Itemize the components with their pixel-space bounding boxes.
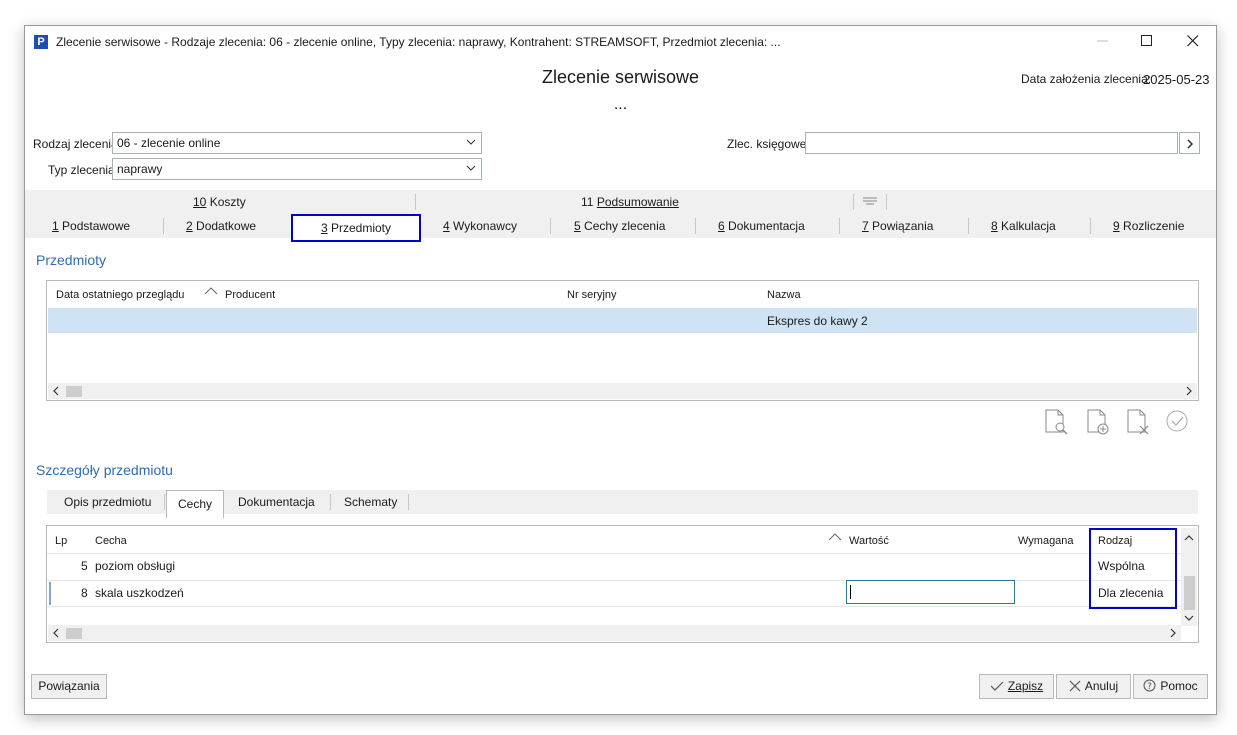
feature-name: poziom obsługi — [95, 559, 176, 573]
tab-rozliczenie[interactable]: 9 Rozliczenie — [1113, 219, 1184, 233]
creation-date-label: Data założenia zlecenia: — [1021, 72, 1152, 86]
features-horizontal-scrollbar[interactable] — [48, 625, 1181, 641]
tab-cechy-zlecenia[interactable]: 5 Cechy zlecenia — [574, 219, 665, 233]
column-header-last-inspection[interactable]: Data ostatniego przeglądu — [56, 289, 184, 301]
column-header-feature[interactable]: Cecha — [95, 535, 127, 547]
scroll-left-icon[interactable] — [52, 386, 60, 396]
accounting-order-input[interactable] — [805, 132, 1178, 154]
scroll-up-icon[interactable] — [1184, 534, 1194, 542]
order-type-select[interactable]: naprawy — [112, 158, 482, 180]
sort-asc-icon — [204, 287, 218, 295]
save-button[interactable]: Zapisz — [979, 674, 1054, 699]
column-header-required[interactable]: Wymagana — [1018, 535, 1074, 547]
order-type-label: Typ zlecenia — [48, 163, 115, 177]
tab-dokumentacja[interactable]: 6 Dokumentacja — [718, 219, 805, 233]
service-order-window: P Zlecenie serwisowe - Rodzaje zlecenia:… — [24, 25, 1217, 715]
tab-przedmioty[interactable]: 3 Przedmioty — [291, 214, 421, 242]
tab-powiazania[interactable]: 7 Powiązania — [862, 219, 933, 233]
feature-value-input[interactable] — [846, 580, 1015, 604]
kind-column-highlight — [1089, 528, 1177, 609]
close-button[interactable] — [1171, 26, 1215, 57]
items-section-title: Przedmioty — [36, 252, 107, 268]
maximize-button[interactable] — [1125, 26, 1169, 57]
column-header-name[interactable]: Nazwa — [767, 289, 801, 301]
scroll-right-icon[interactable] — [1169, 628, 1177, 638]
help-icon: ? — [1143, 679, 1156, 692]
order-type-value: naprawy — [117, 162, 163, 176]
order-kind-value: 06 - zlecenie online — [117, 136, 221, 150]
help-button[interactable]: ? Pomoc — [1133, 674, 1208, 699]
tab-podsumowanie[interactable]: 11 Podsumowanie — [581, 195, 679, 209]
subtab-dokumentacja[interactable]: Dokumentacja — [238, 495, 315, 509]
feature-name: skala uszkodzeń — [95, 586, 184, 600]
feature-lp: 5 — [81, 559, 88, 573]
relations-button[interactable]: Powiązania — [31, 674, 107, 699]
tab-bar: 10 Koszty 11 Podsumowanie 1 Podstawowe 2… — [25, 190, 1216, 238]
subtab-opis-przedmiotu[interactable]: Opis przedmiotu — [64, 495, 151, 509]
table-row[interactable]: Ekspres do kawy 2 — [48, 308, 1197, 333]
scroll-down-icon[interactable] — [1184, 614, 1194, 622]
order-kind-label: Rodzaj zlecenia — [33, 137, 118, 151]
delete-document-icon[interactable] — [1125, 408, 1151, 436]
features-vertical-scrollbar[interactable] — [1181, 528, 1197, 626]
confirm-check-icon[interactable] — [1165, 408, 1191, 436]
table-row[interactable]: 5 poziom obsługi Wspólna — [47, 554, 1181, 580]
feature-lp: 8 — [81, 586, 88, 600]
column-header-lp[interactable]: Lp — [55, 535, 67, 547]
close-icon — [1187, 35, 1199, 47]
cancel-x-icon — [1069, 680, 1081, 692]
column-header-value[interactable]: Wartość — [849, 535, 889, 547]
tab-kalkulacja[interactable]: 8 Kalkulacja — [991, 219, 1056, 233]
chevron-down-icon — [466, 139, 476, 145]
column-header-serial[interactable]: Nr seryjny — [567, 289, 617, 301]
accounting-order-button[interactable] — [1179, 132, 1200, 154]
subtab-cechy[interactable]: Cechy — [166, 490, 224, 518]
tab-wykonawcy[interactable]: 4 Wykonawcy — [443, 219, 517, 233]
item-details-section-title: Szczegóły przedmiotu — [36, 462, 173, 478]
items-horizontal-scrollbar[interactable] — [48, 383, 1197, 399]
minimize-icon — [1097, 40, 1108, 42]
cancel-button[interactable]: Anuluj — [1056, 674, 1131, 699]
tab-overflow-menu-icon[interactable] — [862, 196, 878, 211]
sort-asc-icon — [828, 533, 842, 541]
minimize-button[interactable] — [1081, 26, 1125, 57]
scroll-left-icon[interactable] — [52, 628, 60, 638]
accounting-order-label: Zlec. księgowe — [727, 137, 807, 151]
creation-date-value: 2025-05-23 — [1143, 72, 1210, 87]
chevron-right-icon — [1187, 139, 1193, 149]
features-grid: Lp Cecha Wartość Wymagana Rodzaj 5 pozio… — [46, 525, 1199, 643]
app-logo-icon: P — [34, 35, 48, 49]
window-title: Zlecenie serwisowe - Rodzaje zlecenia: 0… — [56, 35, 781, 49]
items-grid: Data ostatniego przeglądu Producent Nr s… — [46, 280, 1199, 401]
page-subtitle: ... — [613, 96, 628, 113]
add-document-icon[interactable] — [1085, 408, 1111, 436]
tab-dodatkowe[interactable]: 2 Dodatkowe — [186, 219, 256, 233]
tab-podstawowe[interactable]: 1 Podstawowe — [52, 219, 130, 233]
subtab-schematy[interactable]: Schematy — [344, 495, 397, 509]
checkmark-icon — [990, 681, 1004, 691]
title-bar: P Zlecenie serwisowe - Rodzaje zlecenia:… — [25, 26, 1216, 57]
preview-document-icon[interactable] — [1043, 408, 1069, 436]
chevron-down-icon — [466, 165, 476, 171]
column-header-producer[interactable]: Producent — [225, 289, 275, 301]
svg-text:?: ? — [1147, 682, 1152, 692]
order-kind-select[interactable]: 06 - zlecenie online — [112, 132, 482, 154]
maximize-icon — [1141, 35, 1152, 46]
scroll-right-icon[interactable] — [1185, 386, 1193, 396]
tab-koszty[interactable]: 10 Koszty — [193, 195, 246, 209]
item-name-cell: Ekspres do kawy 2 — [767, 314, 868, 328]
